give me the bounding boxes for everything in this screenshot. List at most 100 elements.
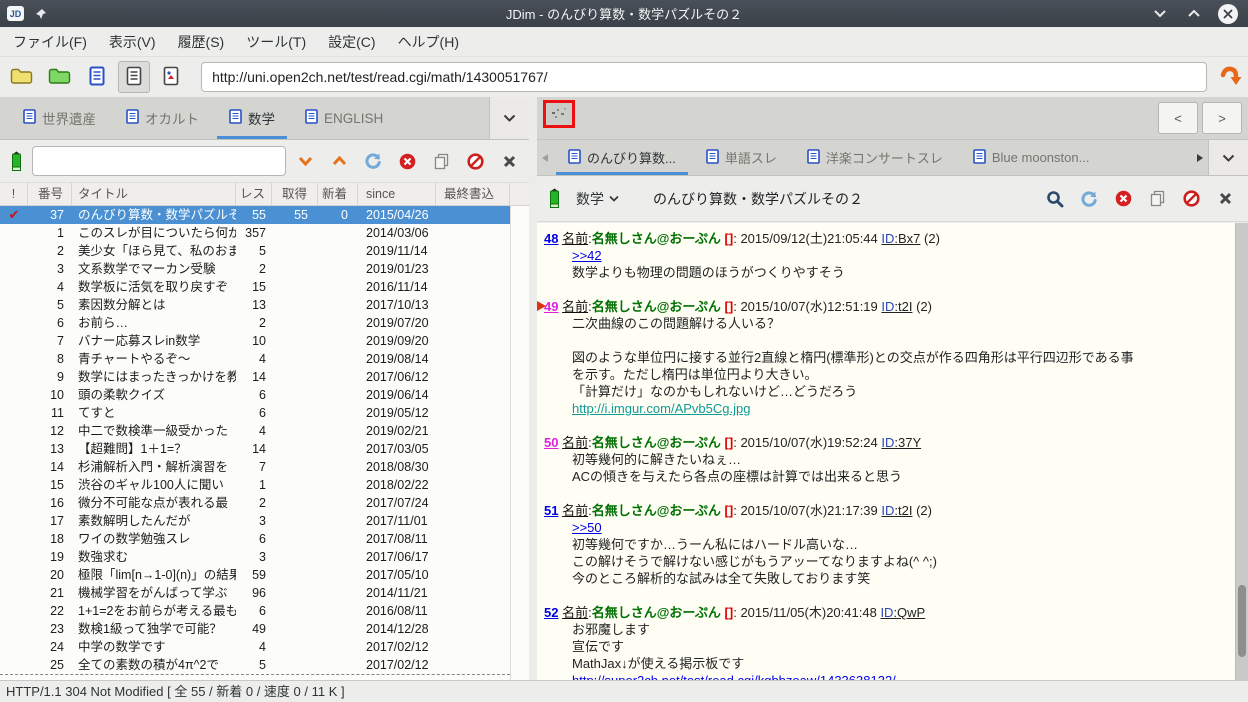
thread-row[interactable]: 22 1+1=2をお前らが考える最も 6 2016/08/11 [0, 602, 529, 620]
tab-scroll-right-button[interactable] [1192, 140, 1208, 175]
column-header[interactable]: ! [0, 183, 28, 205]
menu-item[interactable]: 表示(V) [98, 27, 167, 57]
thread-row[interactable]: 6 お前ら… 2 2019/07/20 [0, 314, 529, 332]
abort-button[interactable] [460, 146, 490, 176]
menu-item[interactable]: ファイル(F) [2, 27, 98, 57]
image-thumbnail-tab[interactable] [543, 100, 575, 128]
close-pane-button[interactable] [494, 146, 524, 176]
column-header[interactable]: 番号 [28, 183, 72, 205]
thread-row[interactable]: 13 【超難問】1＋1=？ 14 2017/03/05 [0, 440, 529, 458]
thread-row[interactable]: 3 文系数学でマーカン受験 2 2019/01/23 [0, 260, 529, 278]
image-view-button[interactable] [156, 61, 187, 93]
poster-id[interactable]: ID:QwP [880, 605, 925, 620]
thread-row[interactable]: 7 バナー応募スレin数学 10 2019/09/20 [0, 332, 529, 350]
go-url-button[interactable] [1215, 61, 1248, 93]
column-header[interactable]: タイトル [72, 183, 236, 205]
url-link[interactable]: http://i.imgur.com/APvb5Cg.jpg [544, 400, 1234, 417]
thread-row[interactable]: 23 数検1級って独学で可能？ 49 2014/12/28 [0, 620, 529, 638]
copy-button[interactable] [426, 146, 456, 176]
close-button[interactable] [1218, 3, 1238, 24]
board-select[interactable]: 数学 [576, 189, 619, 209]
minimize-button[interactable] [1150, 4, 1170, 24]
write-post-button[interactable] [547, 188, 562, 209]
tab-scroll-left-button[interactable] [537, 140, 553, 175]
thread-row[interactable]: 25 全ての素数の積が4π^2で 5 2017/02/12 [0, 656, 529, 674]
post-number[interactable]: 51 [544, 503, 558, 518]
thread-row[interactable]: 16 微分不可能な点が表れる最 2 2017/07/24 [0, 494, 529, 512]
column-header[interactable]: 新着 [318, 183, 358, 205]
search-up-button[interactable] [324, 146, 354, 176]
thread-row[interactable]: 18 ワイの数学勉強スレ 6 2017/08/11 [0, 530, 529, 548]
forward-button[interactable]: > [1202, 102, 1242, 134]
board-tab[interactable]: ENGLISH [290, 97, 398, 139]
search-down-button[interactable] [290, 146, 320, 176]
column-header[interactable]: レス [236, 183, 272, 205]
column-header[interactable]: 取得 [272, 183, 318, 205]
open-board-button[interactable] [6, 61, 37, 93]
post-number[interactable]: 52 [544, 605, 558, 620]
thread-row[interactable]: 5 素因数分解とは 13 2017/10/13 [0, 296, 529, 314]
poster-id[interactable]: ID:t2I [881, 299, 912, 314]
thread-content[interactable]: 48 名前:名無しさん@おーぷん []: 2015/09/12(土)21:05:… [537, 223, 1248, 680]
board-tab[interactable]: 世界遺産 [8, 97, 111, 139]
scrollbar-thumb[interactable] [1238, 585, 1246, 657]
thread-row[interactable]: 2 美少女「ほら見て、私のおま 5 2019/11/14 [0, 242, 529, 260]
thread-tab[interactable]: 単語スレ [691, 140, 792, 175]
stop-thread-button[interactable] [1108, 184, 1138, 214]
url-input[interactable] [201, 62, 1207, 92]
thread-row[interactable]: 4 数学板に活気を取り戻すぞ 15 2016/11/14 [0, 278, 529, 296]
thread-row[interactable]: 1 このスレが目についたら何か 357 2014/03/06 [0, 224, 529, 242]
thread-row[interactable]: 10 頭の柔軟クイズ 6 2019/06/14 [0, 386, 529, 404]
thread-row[interactable]: 14 杉浦解析入門・解析演習を 7 2018/08/30 [0, 458, 529, 476]
poster-id[interactable]: ID:Bx7 [881, 231, 920, 246]
board-view-button[interactable] [81, 61, 112, 93]
thread-row[interactable]: 24 中学の数学です 4 2017/02/12 [0, 638, 529, 656]
abort-thread-button[interactable] [1176, 184, 1206, 214]
stop-button[interactable] [392, 146, 422, 176]
reload-button[interactable] [358, 146, 388, 176]
thread-row[interactable]: 8 青チャートやるぞ〜 4 2019/08/14 [0, 350, 529, 368]
copy-thread-button[interactable] [1142, 184, 1172, 214]
thread-tab[interactable]: Blue moonston... [958, 140, 1105, 175]
back-button[interactable]: < [1158, 102, 1198, 134]
thread-list-header[interactable]: ! 番号 タイトル レス 取得 新着 since 最終書込 [0, 183, 529, 206]
thread-tab[interactable]: 洋楽コンサートスレ [792, 140, 958, 175]
thread-row[interactable]: ✔ 37 のんびり算数・数学パズルその２ 55 55 0 2015/04/26 [0, 206, 529, 224]
maximize-button[interactable] [1184, 4, 1204, 24]
thread-tab-list-button[interactable] [1208, 140, 1248, 175]
menu-item[interactable]: ツール(T) [235, 27, 317, 57]
anchor-link[interactable]: >>50 [544, 519, 1234, 536]
menu-item[interactable]: 履歴(S) [167, 27, 236, 57]
post-number[interactable]: 49 [544, 299, 558, 314]
thread-row[interactable]: 15 渋谷のギャル100人に聞い 1 2018/02/22 [0, 476, 529, 494]
anchor-link[interactable]: >>42 [544, 247, 1234, 264]
url-link[interactable]: http://super2ch.net/test/read.cgi/kqbbzo… [544, 672, 1234, 680]
thread-row[interactable]: 9 数学にはまったきっかけを教 14 2017/06/12 [0, 368, 529, 386]
pane-splitter[interactable] [529, 97, 537, 680]
poster-id[interactable]: ID:t2I [881, 503, 912, 518]
poster-id[interactable]: ID:37Y [881, 435, 921, 450]
board-tab[interactable]: 数学 [214, 97, 290, 139]
thread-row[interactable]: 21 機械学習をがんばって学ぶ 96 2014/11/21 [0, 584, 529, 602]
post-number[interactable]: 48 [544, 231, 558, 246]
column-header[interactable]: 最終書込 [436, 183, 510, 205]
reload-thread-button[interactable] [1074, 184, 1104, 214]
thread-row[interactable]: 19 数強求む 3 2017/06/17 [0, 548, 529, 566]
post-number[interactable]: 50 [544, 435, 558, 450]
board-tab-list-button[interactable] [489, 97, 529, 139]
thread-row[interactable]: 20 極限「lim[n→1-0](n)」の結果 59 2017/05/10 [0, 566, 529, 584]
close-thread-button[interactable] [1210, 184, 1240, 214]
content-scrollbar[interactable] [1235, 223, 1248, 680]
board-tab[interactable]: オカルト [111, 97, 214, 139]
open-favorites-button[interactable] [43, 61, 74, 93]
thread-row[interactable]: 12 中二で数検準一級受かった 4 2019/02/21 [0, 422, 529, 440]
search-in-thread-button[interactable] [1040, 184, 1070, 214]
thread-tab[interactable]: のんびり算数... [553, 140, 691, 175]
menu-item[interactable]: ヘルプ(H) [387, 27, 470, 57]
thread-row[interactable]: 17 素数解明したんだが 3 2017/11/01 [0, 512, 529, 530]
menu-item[interactable]: 設定(C) [317, 27, 386, 57]
search-input[interactable] [32, 146, 286, 176]
column-header[interactable]: since [358, 183, 436, 205]
thread-row[interactable]: 11 てすと 6 2019/05/12 [0, 404, 529, 422]
thread-view-button[interactable] [118, 61, 150, 93]
